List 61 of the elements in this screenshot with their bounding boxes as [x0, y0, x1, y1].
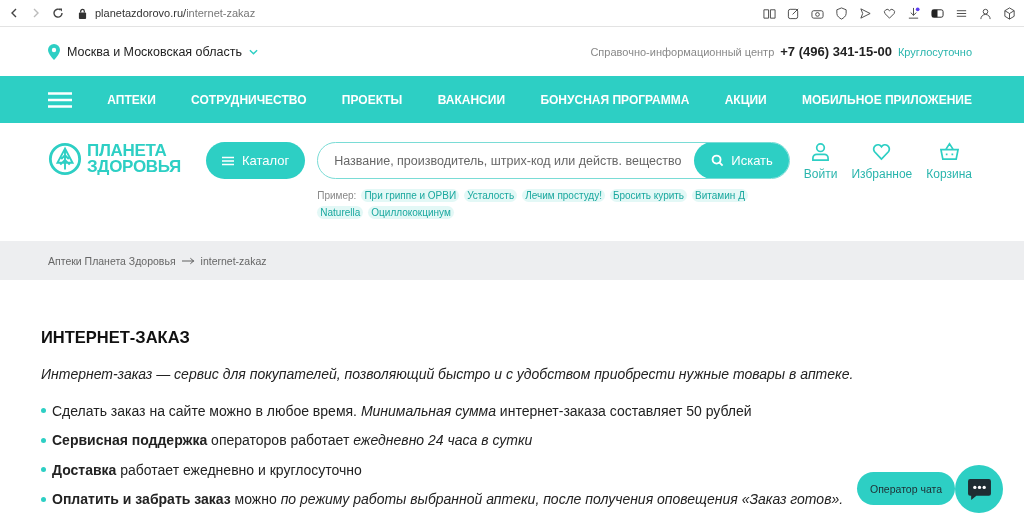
header-action-link[interactable]: Корзина: [926, 142, 972, 181]
logo[interactable]: ПЛАНЕТА ЗДОРОВЬЯ: [48, 142, 181, 176]
examples-label: Пример:: [317, 190, 357, 201]
nav-link[interactable]: МОБИЛЬНОЕ ПРИЛОЖЕНИЕ: [802, 92, 972, 107]
bullet-dot: [41, 408, 46, 414]
address-bar[interactable]: planetazdorovo.ru/internet-zakaz: [78, 7, 753, 19]
list-item-text: Сервисная поддержка операторов работает ежедневно 24 часа в сутки: [52, 432, 533, 449]
hours-label: Круглосуточно: [897, 45, 972, 58]
page-title: ИНТЕРНЕТ-ЗАКАЗ: [41, 328, 191, 347]
search-suggestion-tag[interactable]: Усталость: [464, 189, 518, 202]
list-item-text: Оплатить и забрать заказ можно по режиму работы выбранной аптеки, после получения оповещения «Заказ готов».: [52, 491, 844, 508]
location-pin-icon: [48, 43, 60, 60]
contrast-icon[interactable]: [931, 6, 944, 20]
search-suggestion-tag[interactable]: Витамин Д: [692, 189, 748, 202]
chat-operator-button[interactable]: Оператор чата: [857, 472, 956, 505]
nav-link[interactable]: АКЦИИ: [724, 92, 767, 107]
reader-icon[interactable]: [763, 6, 776, 20]
bullet-dot: [41, 437, 46, 443]
reload-icon[interactable]: [52, 7, 64, 19]
lock-icon: [78, 7, 87, 19]
search-suggestion-tag[interactable]: Оциллококцинум: [368, 206, 454, 219]
cube-icon[interactable]: [1003, 6, 1016, 20]
breadcrumb-link[interactable]: internet-zakaz: [200, 254, 267, 267]
search-suggestion-tag[interactable]: Лечим простуду!: [522, 189, 605, 202]
phone-link[interactable]: +7 (496) 341-15-00: [780, 44, 892, 59]
heart-icon[interactable]: [883, 6, 896, 20]
catalog-button[interactable]: Каталог: [206, 142, 306, 179]
chat-bubble-icon: [966, 477, 992, 501]
profile-icon[interactable]: [979, 6, 992, 20]
chat-button[interactable]: [955, 465, 1003, 513]
search-icon: [711, 154, 725, 167]
region-selector[interactable]: Москва и Московская область: [48, 43, 258, 60]
menu-icon: [222, 155, 234, 166]
breadcrumb-link[interactable]: Аптеки Планета Здоровья: [48, 254, 176, 267]
nav-link[interactable]: ВАКАНСИИ: [437, 92, 506, 107]
send-icon[interactable]: [859, 6, 872, 20]
user-icon: [811, 142, 831, 161]
basket-icon: [939, 142, 959, 161]
search-suggestion-tag[interactable]: При гриппе и ОРВИ: [361, 189, 460, 202]
search-suggestion-tag[interactable]: Naturella: [317, 206, 364, 219]
shield-icon[interactable]: [835, 6, 848, 20]
list-item-text: Сделать заказ на сайте можно в любое время. Минимальная сумма интернет-заказа составляет 50 рублей: [52, 402, 752, 419]
search-suggestion-tag[interactable]: Бросить курить: [609, 189, 688, 202]
info-center-label: Справочно-информационный центр: [590, 45, 775, 58]
header-action-link[interactable]: Избранное: [851, 142, 913, 181]
nav-link[interactable]: ПРОЕКТЫ: [341, 92, 403, 107]
bullet-dot: [41, 496, 46, 502]
tree-logo-icon: [48, 142, 82, 176]
chevron-down-icon: [248, 48, 258, 55]
edit-icon[interactable]: [787, 6, 800, 20]
arrow-right-icon: [181, 256, 195, 265]
nav-link[interactable]: СОТРУДНИЧЕСТВО: [191, 92, 307, 107]
bullet-dot: [41, 467, 46, 473]
heart-icon: [872, 142, 892, 161]
download-icon[interactable]: [907, 6, 920, 20]
list-item-text: Доставка работает ежедневно и круглосуточно: [52, 461, 362, 478]
nav-link[interactable]: БОНУСНАЯ ПРОГРАММА: [540, 92, 690, 107]
search-button[interactable]: Искать: [694, 143, 789, 178]
header-action-link[interactable]: Войти: [803, 142, 838, 181]
intro-text: Интернет-заказ — сервис для покупателей, позволяющий быстро и с удобством приобрести нужные товары в аптеке.: [41, 366, 855, 382]
nav-link[interactable]: АПТЕКИ: [107, 92, 156, 107]
